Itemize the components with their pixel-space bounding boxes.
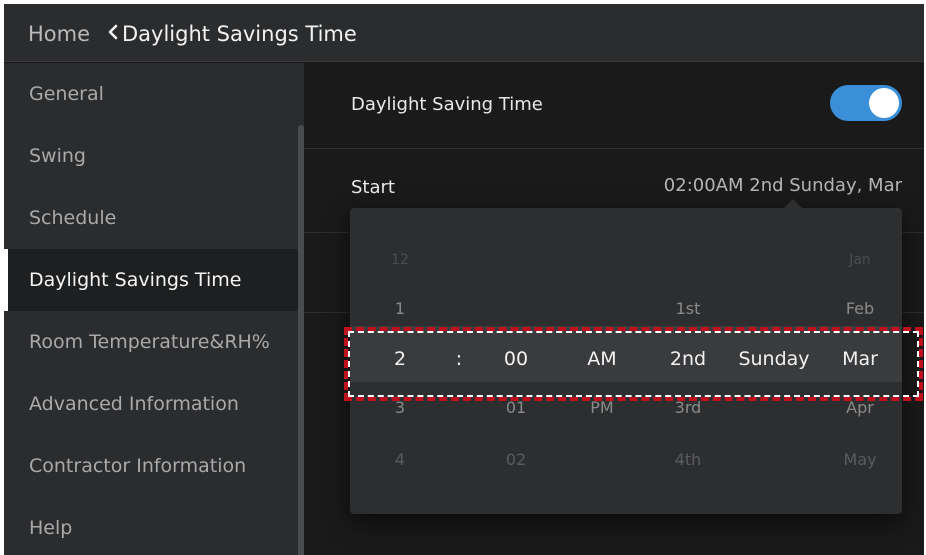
picker-selection-band [350,326,902,382]
start-label: Start [351,177,395,198]
ordinal-selected[interactable]: 2nd [670,348,706,370]
picker-caret [784,199,802,208]
page-title: Daylight Savings Time [122,22,357,46]
sidebar-item-daylight-savings-time[interactable]: Daylight Savings Time [4,249,304,311]
app-window: Home Daylight Savings Time General Swing… [4,4,924,555]
sidebar-item-room-temperature[interactable]: Room Temperature&RH% [4,311,304,373]
toggle-knob [869,88,899,118]
minute-option[interactable]: 02 [506,450,526,469]
minute-option[interactable]: 01 [506,398,526,417]
ordinal-option[interactable]: 1st [676,299,701,318]
hour-option[interactable]: 12 [391,252,409,268]
sidebar-item-swing[interactable]: Swing [4,125,304,187]
month-option[interactable]: Jan [849,252,871,268]
dst-toggle[interactable] [830,85,902,121]
weekday-selected[interactable]: Sunday [738,348,809,370]
ordinal-option[interactable]: 4th [675,450,702,469]
month-option[interactable]: May [843,450,876,469]
dst-label: Daylight Saving Time [351,94,543,115]
hour-option[interactable]: 3 [395,398,405,417]
sidebar-item-help[interactable]: Help [4,497,304,555]
main-panel: Daylight Saving Time Start 02:00AM 2nd S… [304,63,924,555]
date-time-picker: 12 1 2 3 4 : 00 01 02 AM PM 1st 2nd 3rd … [350,199,902,514]
ampm-option[interactable]: PM [590,398,613,417]
month-option[interactable]: Apr [846,398,874,417]
sidebar-item-contractor-information[interactable]: Contractor Information [4,435,304,497]
header-bar: Home Daylight Savings Time [4,4,924,62]
ordinal-option[interactable]: 3rd [675,398,702,417]
start-value[interactable]: 02:00AM 2nd Sunday, Mar [664,175,902,196]
time-separator: : [455,348,463,370]
month-selected[interactable]: Mar [842,348,878,370]
hour-option[interactable]: 4 [395,450,405,469]
sidebar-item-general[interactable]: General [4,63,304,125]
home-link[interactable]: Home [28,22,90,46]
sidebar-item-schedule[interactable]: Schedule [4,187,304,249]
dst-toggle-row: Daylight Saving Time [304,63,924,149]
hour-selected[interactable]: 2 [394,348,406,370]
chevron-left-icon[interactable] [103,20,123,44]
sidebar-item-advanced-information[interactable]: Advanced Information [4,373,304,435]
minute-selected[interactable]: 00 [504,348,528,370]
hour-option[interactable]: 1 [395,299,405,318]
ampm-selected[interactable]: AM [587,348,616,370]
month-option[interactable]: Feb [846,299,874,318]
sidebar: General Swing Schedule Daylight Savings … [4,63,304,555]
